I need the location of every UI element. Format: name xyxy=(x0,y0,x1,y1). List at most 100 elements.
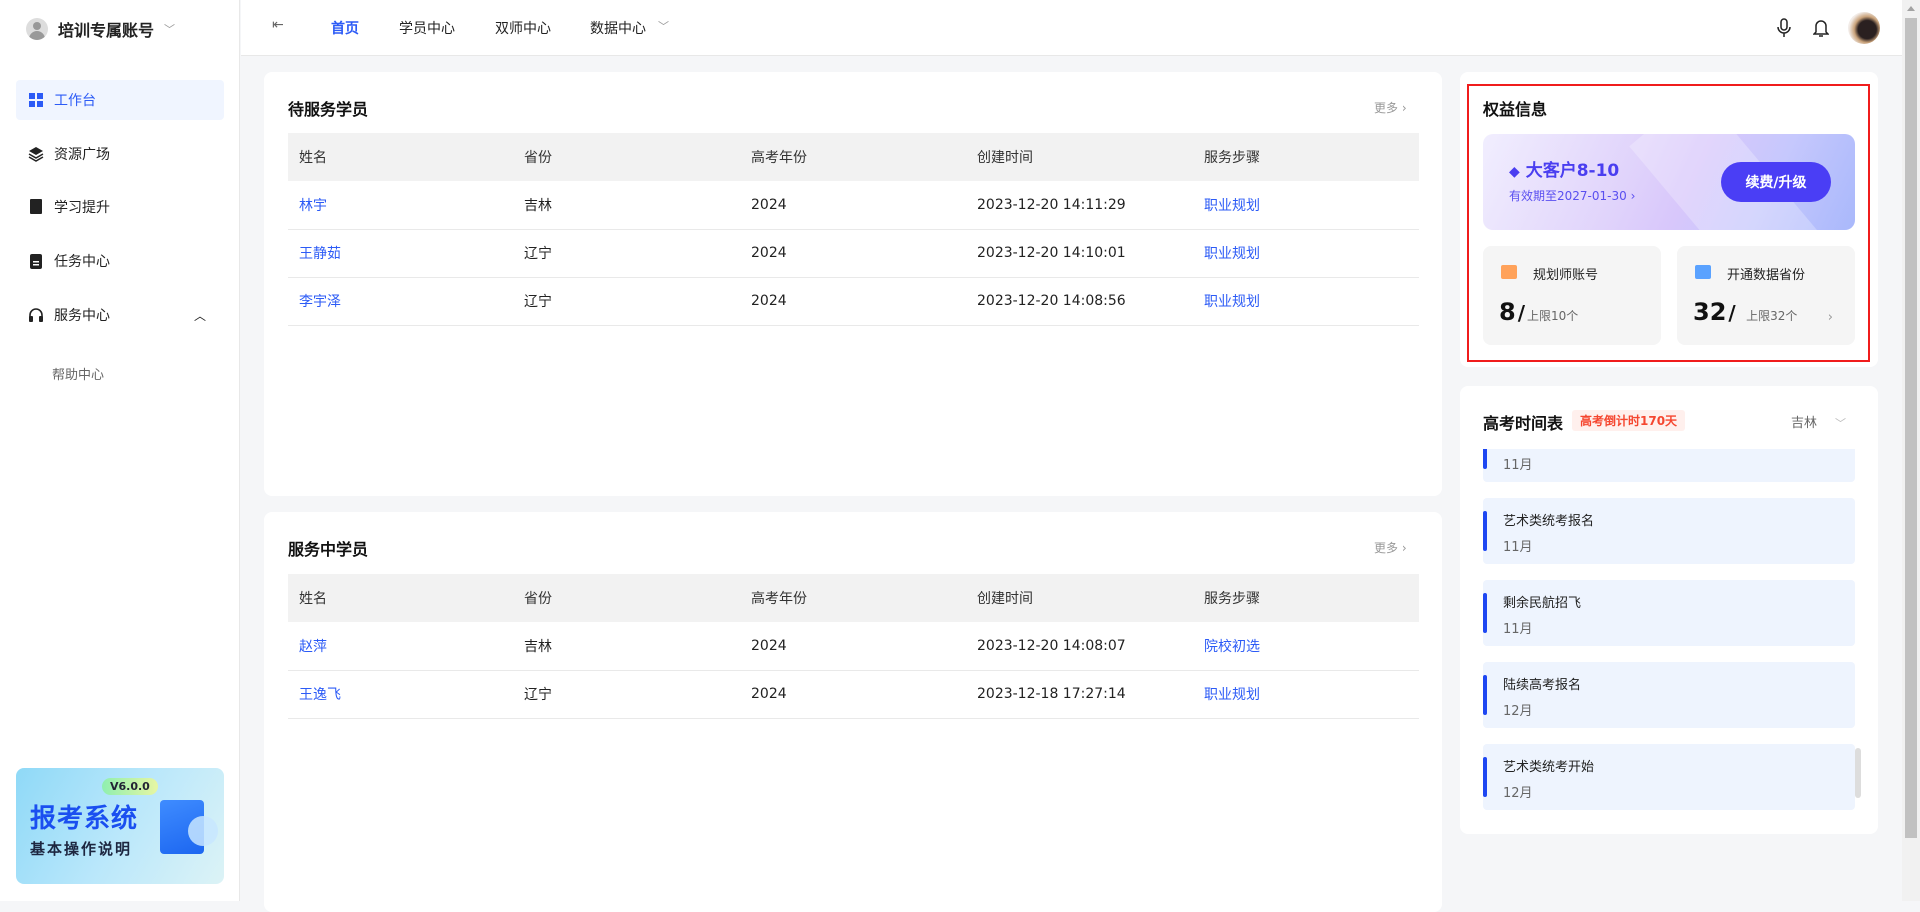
sidebar-item-workbench[interactable]: 工作台 xyxy=(16,80,224,120)
scroll-up-arrow-icon[interactable] xyxy=(1907,6,1915,11)
province-cell: 吉林 xyxy=(513,622,740,671)
student-name-link[interactable]: 王静茹 xyxy=(288,229,513,278)
headset-icon xyxy=(28,307,44,323)
card-title: 权益信息 xyxy=(1483,100,1548,119)
table-row: 王静茹 辽宁 2024 2023-12-20 14:10:01 职业规划 xyxy=(288,229,1419,278)
renew-upgrade-button[interactable]: 续费/升级 xyxy=(1721,162,1831,202)
serving-students-table: 姓名 省份 高考年份 创建时间 服务步骤 赵萍 吉林 2024 2023-12-… xyxy=(288,574,1419,719)
stat-number: 8 xyxy=(1499,298,1516,326)
user-avatar[interactable] xyxy=(1848,12,1880,44)
expiry-link[interactable]: 有效期至2027-01-30 › xyxy=(1509,187,1635,204)
created-time-cell: 2023-12-20 14:11:29 xyxy=(966,181,1193,230)
service-step-link[interactable]: 职业规划 xyxy=(1193,277,1419,326)
service-step-link[interactable]: 职业规划 xyxy=(1193,181,1419,230)
created-time-cell: 2023-12-20 14:08:56 xyxy=(966,277,1193,326)
data-provinces-stat[interactable]: 开通数据省份 32/ 上限32个 › xyxy=(1677,246,1855,345)
schedule-scrollbar[interactable] xyxy=(1855,748,1861,798)
stat-label: 开通数据省份 xyxy=(1727,268,1806,283)
table-row: 林宇 吉林 2024 2023-12-20 14:11:29 职业规划 xyxy=(288,181,1419,230)
province-value: 吉林 xyxy=(1791,416,1818,431)
item-title: 陆续高考报名 xyxy=(1503,678,1582,693)
more-label: 更多 xyxy=(1374,541,1399,555)
student-name-link[interactable]: 王逸飞 xyxy=(288,670,513,719)
sidebar-item-label: 任务中心 xyxy=(54,254,110,270)
chevron-down-icon[interactable]: ﹀ xyxy=(658,18,669,34)
sidebar-item-label: 工作台 xyxy=(54,93,96,109)
column-header: 姓名 xyxy=(288,574,513,622)
year-cell: 2024 xyxy=(740,277,966,326)
chevron-right-icon: › xyxy=(1630,189,1636,203)
item-month: 12月 xyxy=(1503,786,1533,801)
sidebar-item-label: 服务中心 xyxy=(54,308,110,324)
chevron-right-icon: › xyxy=(1827,310,1833,325)
sidebar-item-service[interactable]: 服务中心 ︿ xyxy=(16,295,224,335)
province-select[interactable]: 吉林 ﹀ xyxy=(1791,412,1846,431)
dashboard-icon xyxy=(28,92,44,108)
layers-icon xyxy=(28,146,44,162)
account-avatar xyxy=(26,18,48,40)
banner-subtitle: 基本操作说明 xyxy=(30,840,133,858)
service-step-link[interactable]: 职业规划 xyxy=(1193,670,1419,719)
account-switcher[interactable]: 培训专属账号 ﹀ xyxy=(26,14,175,44)
schedule-item: 艺术类统考开始 12月 xyxy=(1483,744,1855,810)
scrollbar-thumb[interactable] xyxy=(1905,18,1917,838)
page-scrollbar[interactable] xyxy=(1902,0,1920,901)
serving-students-card: 服务中学员 更多 › 姓名 省份 高考年份 创建时间 服务步骤 赵萍 吉林 20… xyxy=(264,512,1442,912)
planner-accounts-stat: 规划师账号 8/上限10个 xyxy=(1483,246,1661,345)
sidebar-item-resources[interactable]: 资源广场 xyxy=(16,134,224,174)
book-icon xyxy=(28,199,44,215)
chevron-down-icon: ﹀ xyxy=(164,23,176,36)
item-title: 艺术类统考报名 xyxy=(1503,514,1595,529)
pending-students-table: 姓名 省份 高考年份 创建时间 服务步骤 林宇 吉林 2024 2023-12-… xyxy=(288,133,1419,326)
sidebar-item-learning[interactable]: 学习提升 xyxy=(16,187,224,227)
tab-data-center[interactable]: 数据中心 xyxy=(590,18,646,38)
student-name-link[interactable]: 林宇 xyxy=(288,181,513,230)
guide-banner[interactable]: V6.0.0 报考系统 基本操作说明 xyxy=(16,768,224,884)
schedule-item: 剩余民航招飞 11月 xyxy=(1483,580,1855,646)
exam-schedule-card: 高考时间表 高考倒计时170天 吉林 ﹀ 11月 艺术类统考报名 11月 剩余民航招… xyxy=(1460,386,1878,834)
province-cell: 辽宁 xyxy=(513,670,740,719)
service-step-link[interactable]: 职业规划 xyxy=(1193,229,1419,278)
schedule-list[interactable]: 11月 艺术类统考报名 11月 剩余民航招飞 11月 陆续高考报名 12月 艺术类统考… xyxy=(1483,449,1863,835)
service-step-link[interactable]: 院校初选 xyxy=(1193,622,1419,671)
stat-number: 32 xyxy=(1693,298,1727,326)
year-cell: 2024 xyxy=(740,670,966,719)
presentation-chart-icon xyxy=(1695,265,1711,279)
sidebar-item-label: 学习提升 xyxy=(54,200,110,216)
column-header: 服务步骤 xyxy=(1193,574,1419,622)
column-header: 姓名 xyxy=(288,133,513,181)
lightbulb-icon xyxy=(188,816,218,846)
bell-icon[interactable] xyxy=(1812,18,1830,42)
tab-students[interactable]: 学员中心 xyxy=(399,18,455,38)
diamond-icon: ◆ xyxy=(1509,164,1520,180)
year-cell: 2024 xyxy=(740,229,966,278)
column-header: 省份 xyxy=(513,133,740,181)
table-row: 赵萍 吉林 2024 2023-12-20 14:08:07 院校初选 xyxy=(288,622,1419,671)
collapse-menu-icon[interactable]: ⇤ xyxy=(272,17,284,33)
column-header: 高考年份 xyxy=(740,133,966,181)
sidebar-subitem-help[interactable]: 帮助中心 xyxy=(52,364,104,383)
student-name-link[interactable]: 李宇泽 xyxy=(288,277,513,326)
item-title: 剩余民航招飞 xyxy=(1503,596,1582,611)
created-time-cell: 2023-12-18 17:27:14 xyxy=(966,670,1193,719)
created-time-cell: 2023-12-20 14:08:07 xyxy=(966,622,1193,671)
plan-name: ◆ 大客户8-10 xyxy=(1509,156,1619,181)
tab-dual-teacher[interactable]: 双师中心 xyxy=(495,18,551,38)
created-time-cell: 2023-12-20 14:10:01 xyxy=(966,229,1193,278)
table-header-row: 姓名 省份 高考年份 创建时间 服务步骤 xyxy=(288,133,1419,181)
column-header: 创建时间 xyxy=(966,133,1193,181)
tab-home[interactable]: 首页 xyxy=(331,18,359,38)
column-header: 创建时间 xyxy=(966,574,1193,622)
more-link[interactable]: 更多 › xyxy=(1374,539,1407,556)
sidebar-item-tasks[interactable]: 任务中心 xyxy=(16,241,224,281)
plan-label: 大客户8-10 xyxy=(1525,161,1620,181)
membership-banner: ◆ 大客户8-10 有效期至2027-01-30 › 续费/升级 xyxy=(1483,134,1855,230)
student-name-link[interactable]: 赵萍 xyxy=(288,622,513,671)
more-link[interactable]: 更多 › xyxy=(1374,99,1407,116)
top-nav-bar: ⇤ 首页 学员中心 双师中心 数据中心 ﹀ xyxy=(241,0,1902,56)
item-month: 11月 xyxy=(1503,540,1533,555)
chevron-up-icon[interactable]: ︿ xyxy=(194,307,206,324)
microphone-icon[interactable] xyxy=(1777,18,1791,42)
sidebar: 培训专属账号 ﹀ 工作台 资源广场 学习提升 任务中心 服务中心 ︿ 帮助中心 … xyxy=(0,0,240,901)
table-header-row: 姓名 省份 高考年份 创建时间 服务步骤 xyxy=(288,574,1419,622)
